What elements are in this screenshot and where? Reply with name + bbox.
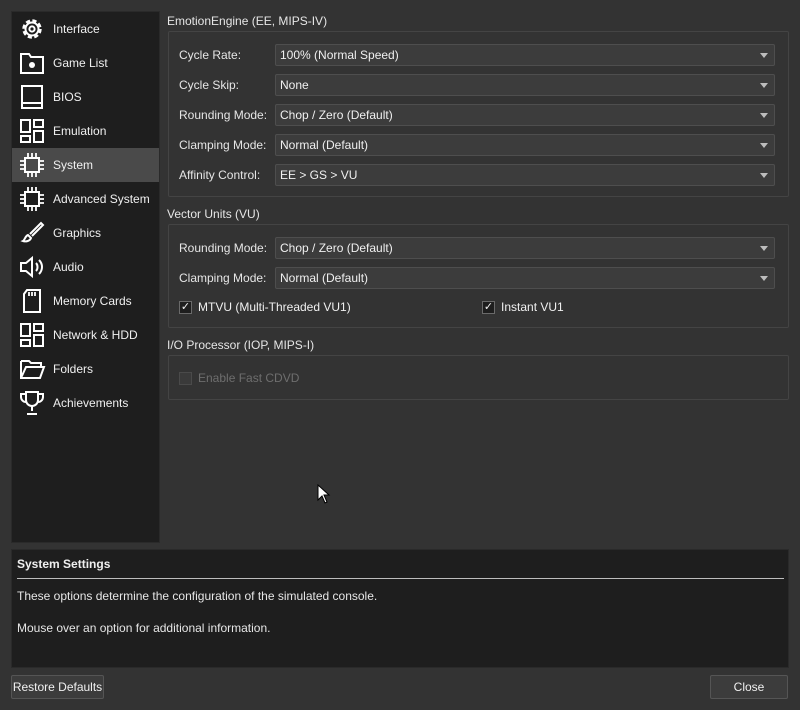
info-description: These options determine the configuratio…: [17, 589, 378, 603]
folder-settings-icon: [17, 48, 47, 78]
sidebar-item-label: Advanced System: [53, 192, 150, 206]
sidebar-item-label: Achievements: [53, 396, 129, 410]
vu-clamping-row: Clamping Mode:: [179, 267, 275, 289]
sidebar-item-memory-cards[interactable]: Memory Cards: [12, 284, 159, 318]
sidebar-item-label: Interface: [53, 22, 100, 36]
chevron-down-icon: [760, 53, 768, 58]
chip-icon: [17, 184, 47, 214]
iop-section-title: I/O Processor (IOP, MIPS-I): [167, 338, 315, 352]
info-divider: [17, 578, 784, 579]
dashboard-icon: [17, 116, 47, 146]
sidebar-item-interface[interactable]: Interface: [12, 12, 159, 46]
sidebar-item-label: Folders: [53, 362, 94, 376]
chevron-down-icon: [760, 113, 768, 118]
sidebar-item-label: System: [53, 158, 94, 172]
checkbox-box: [179, 371, 192, 385]
brush-icon: [17, 218, 47, 248]
checkmark-icon: ✓: [482, 300, 495, 314]
sidebar-item-game-list[interactable]: Game List: [12, 46, 159, 80]
chevron-down-icon: [760, 83, 768, 88]
sidebar-item-advanced-system[interactable]: Advanced System: [12, 182, 159, 216]
vu-rounding-row: Rounding Mode:: [179, 237, 275, 259]
ee-section-title: EmotionEngine (EE, MIPS-IV): [167, 14, 328, 28]
settings-sidebar: Interface Game List BIOS Emulation Syste…: [11, 11, 160, 543]
sidebar-item-network-hdd[interactable]: Network & HDD: [12, 318, 159, 352]
dashboard-icon: [17, 320, 47, 350]
affinity-select[interactable]: EE > GS > VU: [275, 164, 775, 186]
vu-section-title: Vector Units (VU): [167, 207, 260, 221]
vu-clamping-value: Normal (Default): [280, 271, 369, 285]
ee-rounding-value: Chop / Zero (Default): [280, 108, 393, 122]
vu-group: Rounding Mode: Chop / Zero (Default) Cla…: [168, 224, 789, 328]
fast-cdvd-label: Enable Fast CDVD: [198, 371, 300, 385]
info-panel: System Settings These options determine …: [11, 549, 789, 668]
affinity-label: Affinity Control:: [179, 168, 261, 182]
cycle-rate-label: Cycle Rate:: [179, 48, 242, 62]
cycle-rate-select[interactable]: 100% (Normal Speed): [275, 44, 775, 66]
info-title: System Settings: [17, 557, 111, 571]
sidebar-item-bios[interactable]: BIOS: [12, 80, 159, 114]
close-button[interactable]: Close: [710, 675, 788, 699]
sidebar-item-audio[interactable]: Audio: [12, 250, 159, 284]
ee-group: Cycle Rate: 100% (Normal Speed) Cycle Sk…: [168, 31, 789, 197]
chip-icon: [17, 150, 47, 180]
folder-open-icon: [17, 354, 47, 384]
sidebar-item-label: Graphics: [53, 226, 102, 240]
mtvu-checkbox[interactable]: ✓ MTVU (Multi-Threaded VU1): [179, 300, 351, 314]
vu-rounding-label: Rounding Mode:: [179, 241, 268, 255]
sidebar-item-label: Emulation: [53, 124, 107, 138]
sidebar-item-label: Audio: [53, 260, 84, 274]
chevron-down-icon: [760, 143, 768, 148]
chevron-down-icon: [760, 246, 768, 251]
sidebar-item-label: Memory Cards: [53, 294, 132, 308]
trophy-icon: [17, 388, 47, 418]
vu-clamping-select[interactable]: Normal (Default): [275, 267, 775, 289]
cycle-skip-select[interactable]: None: [275, 74, 775, 96]
sidebar-item-system[interactable]: System: [12, 148, 159, 182]
sidebar-item-folders[interactable]: Folders: [12, 352, 159, 386]
monitor-icon: [17, 82, 47, 112]
vu-rounding-select[interactable]: Chop / Zero (Default): [275, 237, 775, 259]
checkmark-icon: ✓: [179, 300, 192, 314]
ee-rounding-label: Rounding Mode:: [179, 108, 268, 122]
chevron-down-icon: [760, 173, 768, 178]
affinity-row: Affinity Control:: [179, 164, 275, 186]
sidebar-item-label: Game List: [53, 56, 108, 70]
cycle-rate-row: Cycle Rate:: [179, 44, 275, 66]
ee-clamping-row: Clamping Mode:: [179, 134, 275, 156]
ee-clamping-value: Normal (Default): [280, 138, 369, 152]
info-hint: Mouse over an option for additional info…: [17, 621, 271, 635]
sidebar-item-achievements[interactable]: Achievements: [12, 386, 159, 420]
chevron-down-icon: [760, 276, 768, 281]
fast-cdvd-checkbox[interactable]: Enable Fast CDVD: [179, 371, 299, 385]
sidebar-item-label: BIOS: [53, 90, 82, 104]
instant-vu1-checkbox[interactable]: ✓ Instant VU1: [482, 300, 564, 314]
cycle-skip-row: Cycle Skip:: [179, 74, 275, 96]
ee-clamping-label: Clamping Mode:: [179, 138, 267, 152]
sidebar-item-emulation[interactable]: Emulation: [12, 114, 159, 148]
vu-clamping-label: Clamping Mode:: [179, 271, 267, 285]
mtvu-label: MTVU (Multi-Threaded VU1): [198, 300, 351, 314]
affinity-value: EE > GS > VU: [280, 168, 358, 182]
speaker-icon: [17, 252, 47, 282]
cycle-skip-label: Cycle Skip:: [179, 78, 240, 92]
iop-group: Enable Fast CDVD: [168, 355, 789, 400]
restore-defaults-button[interactable]: Restore Defaults: [11, 675, 104, 699]
gear-icon: [17, 14, 47, 44]
sd-card-icon: [17, 286, 47, 316]
cycle-skip-value: None: [280, 78, 309, 92]
ee-rounding-row: Rounding Mode:: [179, 104, 275, 126]
vu-rounding-value: Chop / Zero (Default): [280, 241, 393, 255]
ee-rounding-select[interactable]: Chop / Zero (Default): [275, 104, 775, 126]
instant-vu1-label: Instant VU1: [501, 300, 564, 314]
sidebar-item-label: Network & HDD: [53, 328, 138, 342]
ee-clamping-select[interactable]: Normal (Default): [275, 134, 775, 156]
cycle-rate-value: 100% (Normal Speed): [280, 48, 399, 62]
mouse-cursor-icon: [317, 484, 331, 504]
sidebar-item-graphics[interactable]: Graphics: [12, 216, 159, 250]
